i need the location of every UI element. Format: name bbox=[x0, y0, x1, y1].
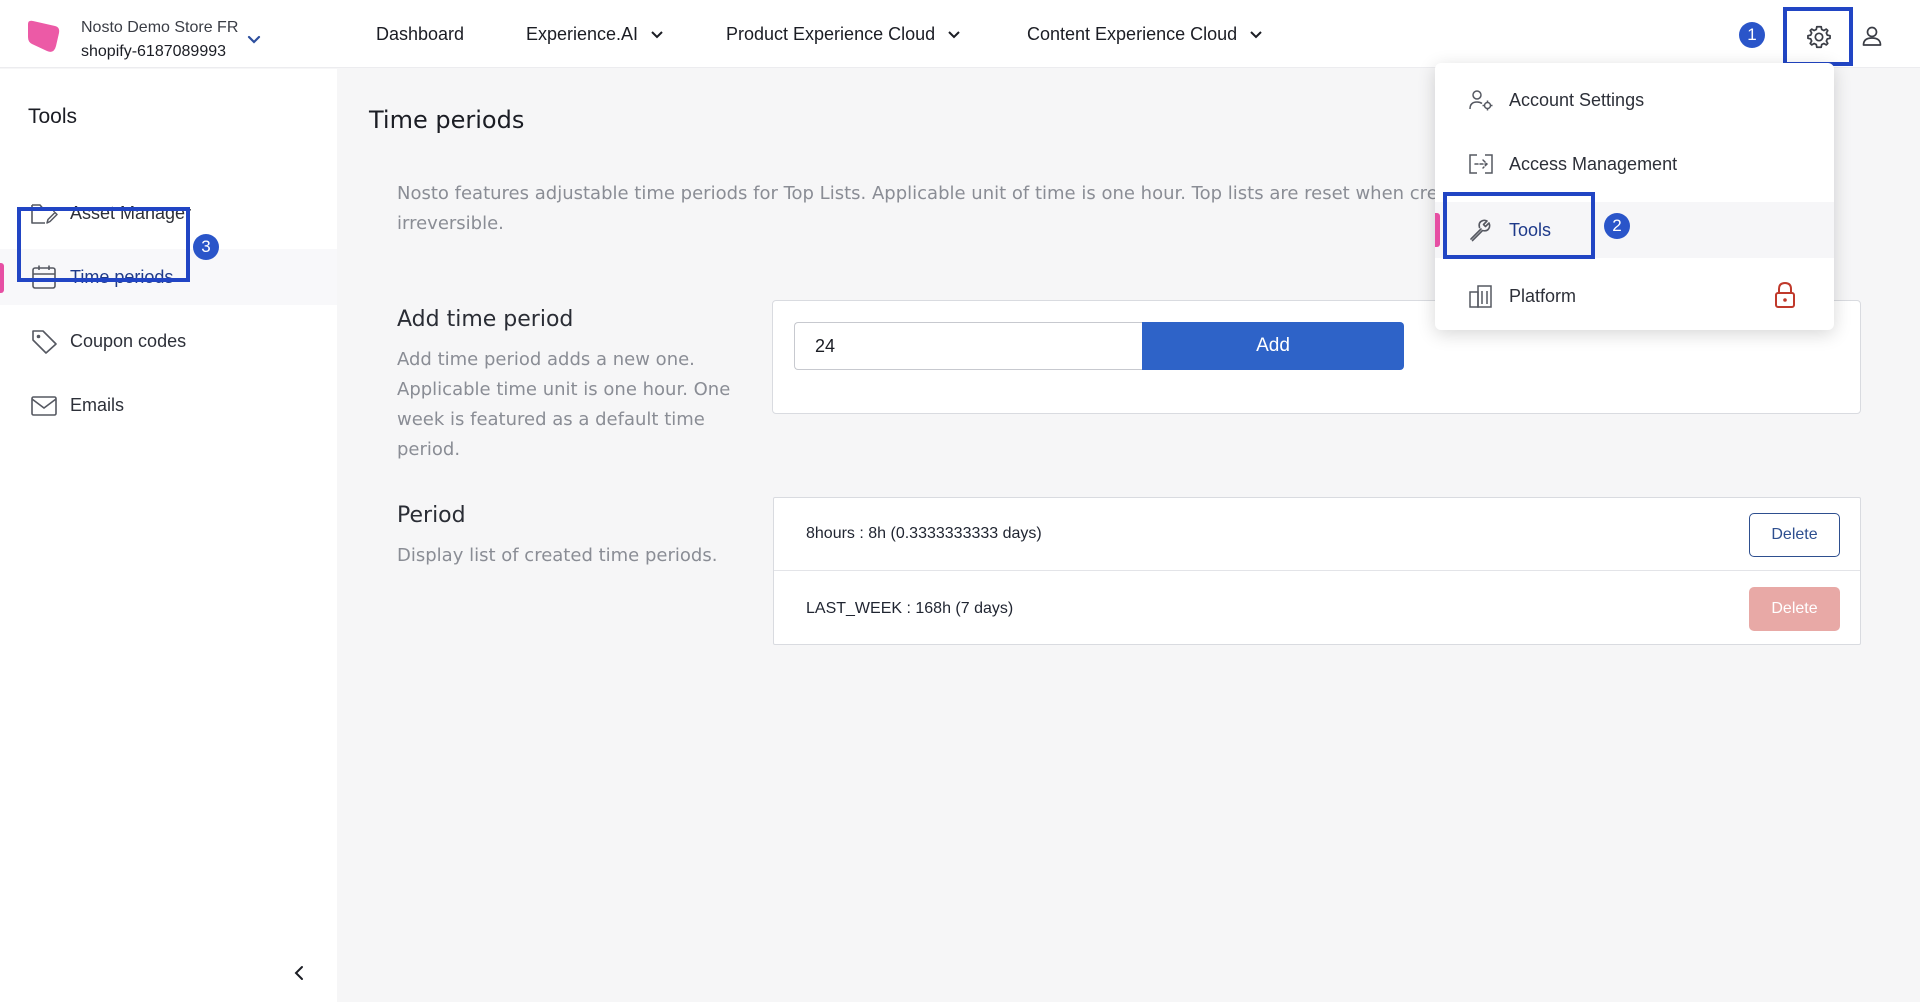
table-row: LAST_WEEK : 168h (7 days) Delete bbox=[774, 572, 1860, 645]
period-list: 8hours : 8h (0.3333333333 days) Delete L… bbox=[773, 497, 1861, 645]
chevron-down-icon bbox=[651, 30, 663, 38]
period-section-text: Display list of created time periods. bbox=[397, 545, 718, 566]
chevron-down-icon bbox=[1250, 30, 1262, 38]
nav-content-experience-cloud[interactable]: Content Experience Cloud bbox=[1027, 24, 1263, 45]
menu-item-label: Platform bbox=[1509, 285, 1577, 306]
period-label: LAST_WEEK : 168h (7 days) bbox=[806, 599, 1014, 617]
sidebar-item-label: Coupon codes bbox=[70, 330, 187, 351]
period-section-title: Period bbox=[397, 503, 466, 528]
collapse-sidebar-chevron-icon[interactable] bbox=[290, 963, 310, 983]
add-section-title: Add time period bbox=[397, 307, 574, 332]
user-settings-icon bbox=[1469, 90, 1493, 111]
top-navigation-bar: Nosto Demo Store FR shopify-6187089993 D… bbox=[0, 0, 1920, 68]
menu-item-platform[interactable]: Platform bbox=[1435, 268, 1834, 324]
sidebar-title: Tools bbox=[28, 105, 78, 128]
highlight-box-settings bbox=[1783, 7, 1853, 66]
nav-dashboard-label: Dashboard bbox=[376, 24, 465, 44]
building-icon bbox=[1469, 285, 1492, 308]
menu-item-label: Account Settings bbox=[1509, 89, 1645, 110]
chevron-down-icon bbox=[948, 30, 960, 38]
mail-icon bbox=[31, 396, 57, 416]
tag-icon bbox=[32, 330, 57, 354]
period-label: 8hours : 8h (0.3333333333 days) bbox=[806, 525, 1042, 542]
nav-experience-ai-label: Experience.AI bbox=[526, 24, 639, 44]
nav-dashboard[interactable]: Dashboard bbox=[376, 24, 464, 45]
store-id: shopify-6187089993 bbox=[81, 43, 227, 60]
sidebar-item-coupon-codes[interactable]: Coupon codes bbox=[0, 313, 337, 369]
nav-content-experience-cloud-label: Content Experience Cloud bbox=[1027, 24, 1238, 44]
table-row: 8hours : 8h (0.3333333333 days) Delete bbox=[774, 498, 1860, 571]
nav-experience-ai[interactable]: Experience.AI bbox=[526, 24, 664, 45]
nosto-logo-icon bbox=[28, 20, 60, 52]
menu-item-account-settings[interactable]: Account Settings bbox=[1435, 72, 1834, 128]
delete-button[interactable]: Delete bbox=[1749, 513, 1840, 557]
highlight-box-tools bbox=[1443, 192, 1595, 259]
store-name: Nosto Demo Store FR bbox=[81, 19, 239, 36]
step-badge-2: 2 bbox=[1604, 213, 1630, 239]
sidebar-item-emails[interactable]: Emails bbox=[0, 377, 337, 433]
add-section-text: Add time period adds a new one. Applicab… bbox=[397, 349, 731, 460]
sidebar-item-label: Emails bbox=[70, 394, 125, 415]
highlight-box-time-periods bbox=[17, 207, 190, 282]
lock-icon bbox=[1775, 281, 1795, 308]
step-badge-3: 3 bbox=[193, 234, 219, 260]
step-badge-1: 1 bbox=[1739, 22, 1765, 48]
user-profile-icon[interactable] bbox=[1860, 24, 1884, 48]
access-icon bbox=[1469, 154, 1493, 174]
menu-item-label: Access Management bbox=[1509, 153, 1678, 174]
nav-product-experience-cloud-label: Product Experience Cloud bbox=[726, 24, 936, 44]
time-period-input[interactable] bbox=[794, 322, 1142, 370]
nav-product-experience-cloud[interactable]: Product Experience Cloud bbox=[726, 24, 961, 45]
page-title: Time periods bbox=[369, 106, 525, 134]
menu-item-access-management[interactable]: Access Management bbox=[1435, 136, 1834, 192]
delete-button-disabled: Delete bbox=[1749, 587, 1840, 631]
add-button[interactable]: Add bbox=[1142, 322, 1404, 370]
store-switcher-chevron-icon[interactable] bbox=[246, 32, 262, 48]
